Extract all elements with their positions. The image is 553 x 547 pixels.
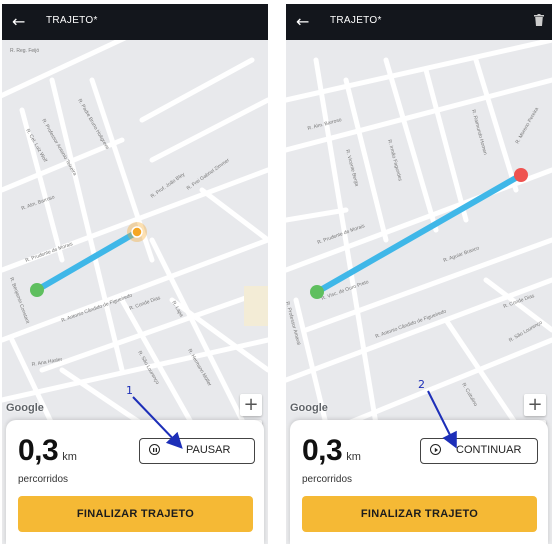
page-title: TRAJETO*: [46, 15, 98, 26]
trash-icon[interactable]: [534, 14, 544, 26]
finish-trip-button[interactable]: FINALIZAR TRAJETO: [302, 496, 537, 532]
google-logo: Google: [290, 402, 328, 414]
distance-caption: percorridos: [18, 474, 69, 485]
annotation-number-1: 1: [126, 384, 133, 397]
map-view[interactable]: R. Alm. Barroso R. Vicente Berga R. Irmã…: [286, 40, 552, 442]
pause-button[interactable]: PAUSAR: [139, 438, 255, 464]
trip-panel: 0,3 km percorridos CONTINUAR FINALIZAR TR…: [290, 420, 548, 544]
pause-button-label: PAUSAR: [186, 444, 231, 456]
annotation-number-2: 2: [418, 378, 425, 391]
distance-value: 0,3: [302, 434, 343, 467]
distance-readout: 0,3 km: [302, 434, 361, 468]
continue-button[interactable]: CONTINUAR: [420, 438, 538, 464]
continue-button-label: CONTINUAR: [456, 444, 522, 456]
back-arrow-icon[interactable]: ←: [12, 12, 25, 32]
current-position-marker: [131, 226, 143, 238]
distance-unit: km: [346, 451, 361, 463]
phone-screen-paused: ← TRAJETO* R. Reg. Feijó R. Cel. Luiz Wo…: [2, 4, 268, 544]
map-canvas[interactable]: R. Reg. Feijó R. Cel. Luiz Wolf R. Profe…: [2, 40, 268, 424]
distance-readout: 0,3 km: [18, 434, 77, 468]
zoom-in-button[interactable]: +: [240, 394, 262, 416]
zoom-in-button[interactable]: +: [524, 394, 546, 416]
top-bar: ← TRAJETO*: [2, 4, 268, 40]
phone-screen-resumed: ← TRAJETO* R. Alm. Barroso R. Vicente Be…: [286, 4, 552, 544]
play-icon: [430, 444, 441, 455]
trip-panel: 0,3 km percorridos PAUSAR FINALIZAR TRAJE…: [6, 420, 264, 544]
end-point-marker: [514, 168, 528, 182]
street-label: R. Reg. Feijó: [10, 48, 39, 54]
google-logo: Google: [6, 402, 44, 414]
page-title: TRAJETO*: [330, 15, 382, 26]
finish-trip-button[interactable]: FINALIZAR TRAJETO: [18, 496, 253, 532]
top-bar: ← TRAJETO*: [286, 4, 552, 40]
distance-unit: km: [62, 451, 77, 463]
start-point-marker: [30, 283, 44, 297]
map-canvas[interactable]: R. Alm. Barroso R. Vicente Berga R. Irmã…: [286, 40, 552, 424]
start-point-marker: [310, 285, 324, 299]
distance-value: 0,3: [18, 434, 59, 467]
pause-icon: [149, 444, 160, 455]
distance-caption: percorridos: [302, 474, 353, 485]
back-arrow-icon[interactable]: ←: [296, 12, 309, 32]
map-view[interactable]: R. Reg. Feijó R. Cel. Luiz Wolf R. Profe…: [2, 40, 268, 442]
